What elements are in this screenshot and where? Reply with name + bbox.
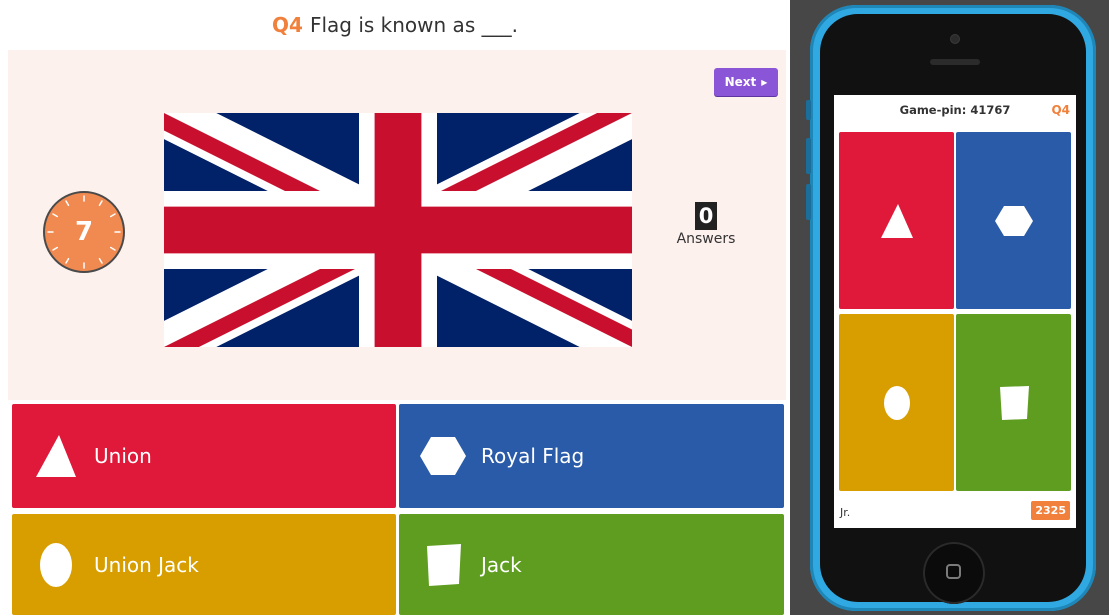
- answer-option-label: Union: [94, 444, 152, 468]
- phone-volume-down: [806, 184, 811, 220]
- score-badge: 2325: [1031, 501, 1070, 520]
- phone-mute-switch: [806, 100, 811, 120]
- phone-volume-up: [806, 138, 811, 174]
- answer-option-2[interactable]: Royal Flag: [399, 404, 784, 508]
- phone-answer-hexagon[interactable]: [956, 132, 1071, 309]
- union-jack-flag-image: [164, 113, 632, 347]
- answer-option-4[interactable]: Jack: [399, 514, 784, 615]
- hexagon-icon: [994, 205, 1033, 236]
- next-button[interactable]: Next ▶: [714, 68, 778, 96]
- phone-screen: Game-pin: 41767 Q4 Jr. 2325: [834, 95, 1076, 528]
- game-pin-label: Game-pin: 41767: [899, 103, 1011, 117]
- answer-option-label: Jack: [481, 552, 522, 577]
- answer-option-1[interactable]: Union: [12, 404, 396, 508]
- circle-icon: [883, 385, 910, 420]
- camera-icon: [951, 35, 959, 43]
- hexagon-icon: [413, 431, 473, 481]
- answer-option-label: Union Jack: [94, 552, 199, 577]
- answers-label: Answers: [676, 231, 736, 247]
- phone-answer-square[interactable]: [956, 314, 1071, 491]
- answer-option-3[interactable]: Union Jack: [12, 514, 396, 615]
- question-stage: Next ▶ 7 0 Answers: [8, 50, 786, 400]
- phone-answer-circle[interactable]: [839, 314, 954, 491]
- question-title: Q4 Flag is known as ___.: [0, 0, 790, 50]
- answer-option-label: Royal Flag: [481, 444, 585, 468]
- question-text: Flag is known as ___.: [309, 13, 518, 37]
- caret-right-icon: ▶: [761, 77, 768, 87]
- home-square-icon: [946, 564, 961, 579]
- timer-value: 7: [74, 217, 94, 247]
- square-icon: [413, 540, 473, 590]
- speaker-grille: [930, 59, 980, 65]
- answers-counter: 0 Answers: [672, 202, 740, 262]
- next-button-label: Next: [724, 75, 757, 89]
- phone-answer-triangle[interactable]: [839, 132, 954, 309]
- triangle-icon: [26, 431, 86, 481]
- answers-count: 0: [694, 202, 718, 230]
- player-name: Jr.: [840, 506, 851, 519]
- square-icon: [999, 385, 1029, 420]
- phone-question-number: Q4: [1051, 103, 1070, 117]
- circle-icon: [26, 540, 86, 590]
- triangle-icon: [880, 203, 913, 238]
- question-number: Q4: [272, 13, 303, 37]
